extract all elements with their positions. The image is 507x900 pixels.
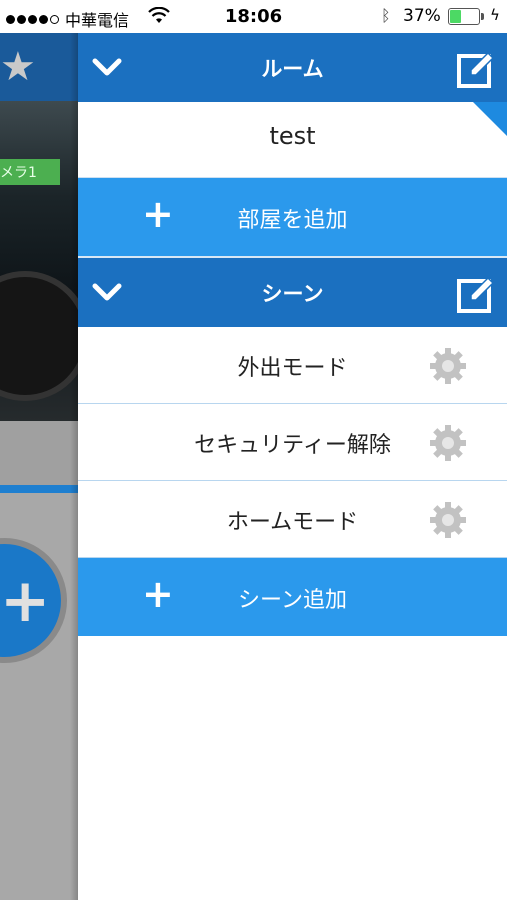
rooms-title: ルーム xyxy=(261,57,324,81)
battery-tip xyxy=(481,13,484,20)
scene-item[interactable]: ホームモード xyxy=(78,481,507,558)
status-bar: 中華電信 18:06 ᛒ 37% ϟ xyxy=(0,0,507,33)
add-scene-button[interactable]: + シーン追加 xyxy=(78,558,507,636)
room-item[interactable]: test xyxy=(78,102,507,178)
scenes-header: シーン xyxy=(78,258,507,327)
bluetooth-icon: ᛒ xyxy=(381,6,391,25)
plus-icon: + xyxy=(0,566,51,636)
gear-icon[interactable] xyxy=(428,346,468,386)
add-room-button[interactable]: + 部屋を追加 xyxy=(78,178,507,256)
room-item-label: test xyxy=(269,122,316,150)
selected-corner-marker xyxy=(473,102,507,136)
background-app: ★ メラ1 + xyxy=(0,33,78,900)
charging-icon: ϟ xyxy=(490,6,500,24)
scene-item[interactable]: 外出モード xyxy=(78,327,507,404)
gear-icon[interactable] xyxy=(428,423,468,463)
gauge-image xyxy=(0,271,78,401)
side-drawer: ルーム test + 部屋を追加 シーン 外出モード セキュリティー解除 ホーム… xyxy=(78,33,507,900)
background-header: ★ xyxy=(0,33,78,101)
camera-preview xyxy=(0,101,78,421)
rooms-header: ルーム xyxy=(78,33,507,102)
camera-label: メラ1 xyxy=(0,159,60,185)
background-divider xyxy=(0,485,78,493)
battery-icon xyxy=(448,8,480,25)
battery-percent: 37% xyxy=(403,6,441,26)
star-icon: ★ xyxy=(0,44,36,90)
add-scene-label: シーン追加 xyxy=(238,588,347,613)
scene-item[interactable]: セキュリティー解除 xyxy=(78,404,507,481)
gear-icon[interactable] xyxy=(428,500,468,540)
app-screen: 中華電信 18:06 ᛒ 37% ϟ ★ メラ1 + ルーム test + 部屋… xyxy=(0,0,507,900)
add-room-label: 部屋を追加 xyxy=(237,208,348,233)
edit-icon[interactable] xyxy=(456,274,496,314)
edit-icon[interactable] xyxy=(456,49,496,89)
scenes-title: シーン xyxy=(261,282,324,306)
